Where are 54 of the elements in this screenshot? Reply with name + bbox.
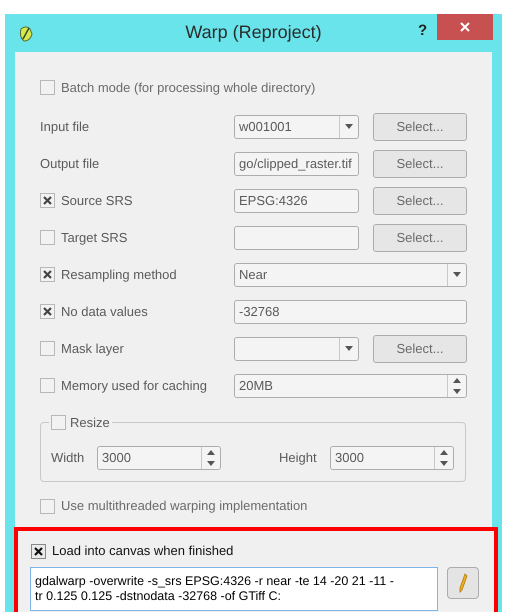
caret-icon (453, 272, 461, 277)
input-field[interactable] (234, 226, 359, 250)
spin-box[interactable]: 3000 (330, 446, 454, 470)
checkbox[interactable] (40, 341, 55, 356)
pencil-icon (458, 573, 468, 593)
checkbox-label: Source SRS (61, 192, 133, 210)
checkbox-label: Mask layer (61, 340, 124, 358)
input-field[interactable]: -32768 (234, 300, 467, 324)
checkbox-label: Use multithreaded warping implementation (61, 497, 308, 516)
down-arrow-icon (207, 461, 215, 466)
checkbox-label: Batch mode (for processing whole directory) (61, 79, 316, 97)
checkbox[interactable] (40, 230, 55, 245)
checkbox-label: Resampling method (61, 266, 177, 284)
field-label: Input file (40, 118, 90, 136)
app-icon (18, 25, 34, 43)
spin-box[interactable]: 3000 (97, 446, 221, 470)
select-button[interactable]: Select... (373, 150, 467, 178)
field-label: Height (279, 449, 318, 468)
help-button[interactable]: ? (418, 20, 428, 42)
field-label: Width (51, 449, 86, 468)
down-arrow-icon (453, 388, 461, 394)
select-button[interactable]: Select... (373, 112, 467, 140)
up-arrow-icon (440, 450, 448, 455)
group-label: Resize (70, 414, 110, 432)
caret-icon (345, 124, 353, 129)
checkbox-label: No data values (61, 302, 148, 321)
select-button[interactable]: Select... (373, 224, 467, 252)
close-icon (460, 22, 470, 32)
checkbox[interactable] (40, 193, 55, 208)
caret-icon (345, 346, 353, 351)
up-arrow-icon (453, 378, 461, 382)
up-arrow-icon (207, 450, 215, 455)
field-label: Output file (40, 154, 100, 173)
input-field[interactable]: go/clipped_raster.tif (234, 152, 359, 176)
combo-box[interactable]: w001001 (234, 114, 359, 138)
select-button[interactable]: Select... (373, 334, 467, 362)
checkbox[interactable] (31, 544, 46, 558)
down-arrow-icon (440, 461, 448, 466)
checkbox[interactable] (40, 498, 55, 514)
input-field[interactable]: EPSG:4326 (234, 188, 359, 212)
checkbox[interactable] (40, 267, 55, 282)
command-text-area[interactable]: gdalwarp -overwrite -s_srs EPSG:4326 -r near -te 14 -20 21 -11 - tr 0.125 0.125 -dstnodata -32768 -of GTiff C: (30, 567, 438, 611)
checkbox[interactable] (40, 80, 55, 96)
combo-box[interactable]: Near (234, 262, 467, 286)
spin-box[interactable]: 20MB (234, 374, 467, 398)
checkbox[interactable] (51, 415, 66, 430)
checkbox[interactable] (40, 304, 55, 319)
close-button[interactable] (437, 14, 493, 40)
select-button[interactable]: Select... (373, 186, 467, 214)
window-title: Warp (Reproject) (185, 20, 322, 44)
checkbox-label: Load into canvas when finished (52, 542, 234, 560)
checkbox-label: Target SRS (61, 228, 128, 247)
checkbox-label: Memory used for caching (61, 376, 207, 395)
checkbox[interactable] (40, 378, 55, 393)
